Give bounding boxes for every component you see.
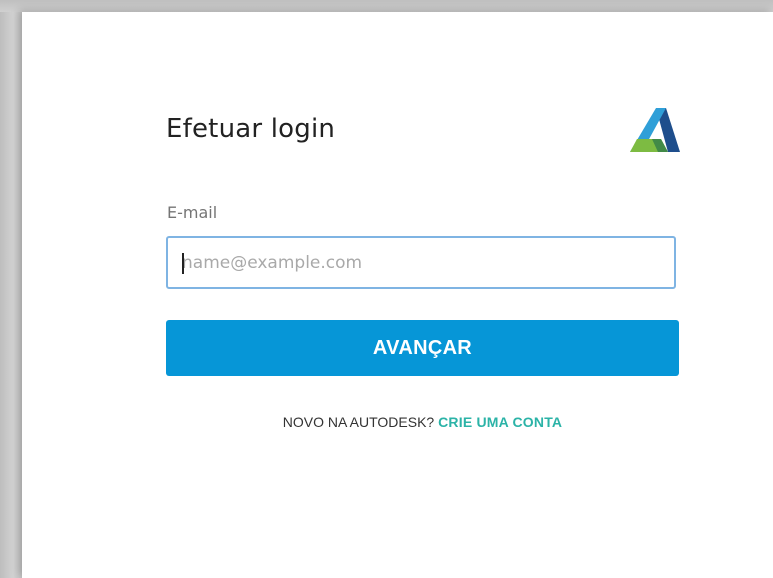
signup-prompt-row: NOVO NA AUTODESK? CRIE UMA CONTA	[166, 414, 679, 430]
autodesk-logo-icon	[630, 108, 680, 152]
next-button[interactable]: AVANÇAR	[166, 320, 679, 376]
text-caret	[182, 253, 184, 274]
background-left	[0, 0, 22, 578]
page-title: Efetuar login	[166, 114, 336, 144]
email-field[interactable]	[166, 236, 676, 289]
signup-prompt-text: NOVO NA AUTODESK?	[282, 414, 439, 430]
email-label: E-mail	[167, 203, 218, 222]
login-panel: Efetuar login E-mail AVANÇAR NOVO NA AUT…	[22, 12, 773, 578]
create-account-link[interactable]: CRIE UMA CONTA	[438, 414, 562, 430]
background-top	[0, 0, 773, 12]
